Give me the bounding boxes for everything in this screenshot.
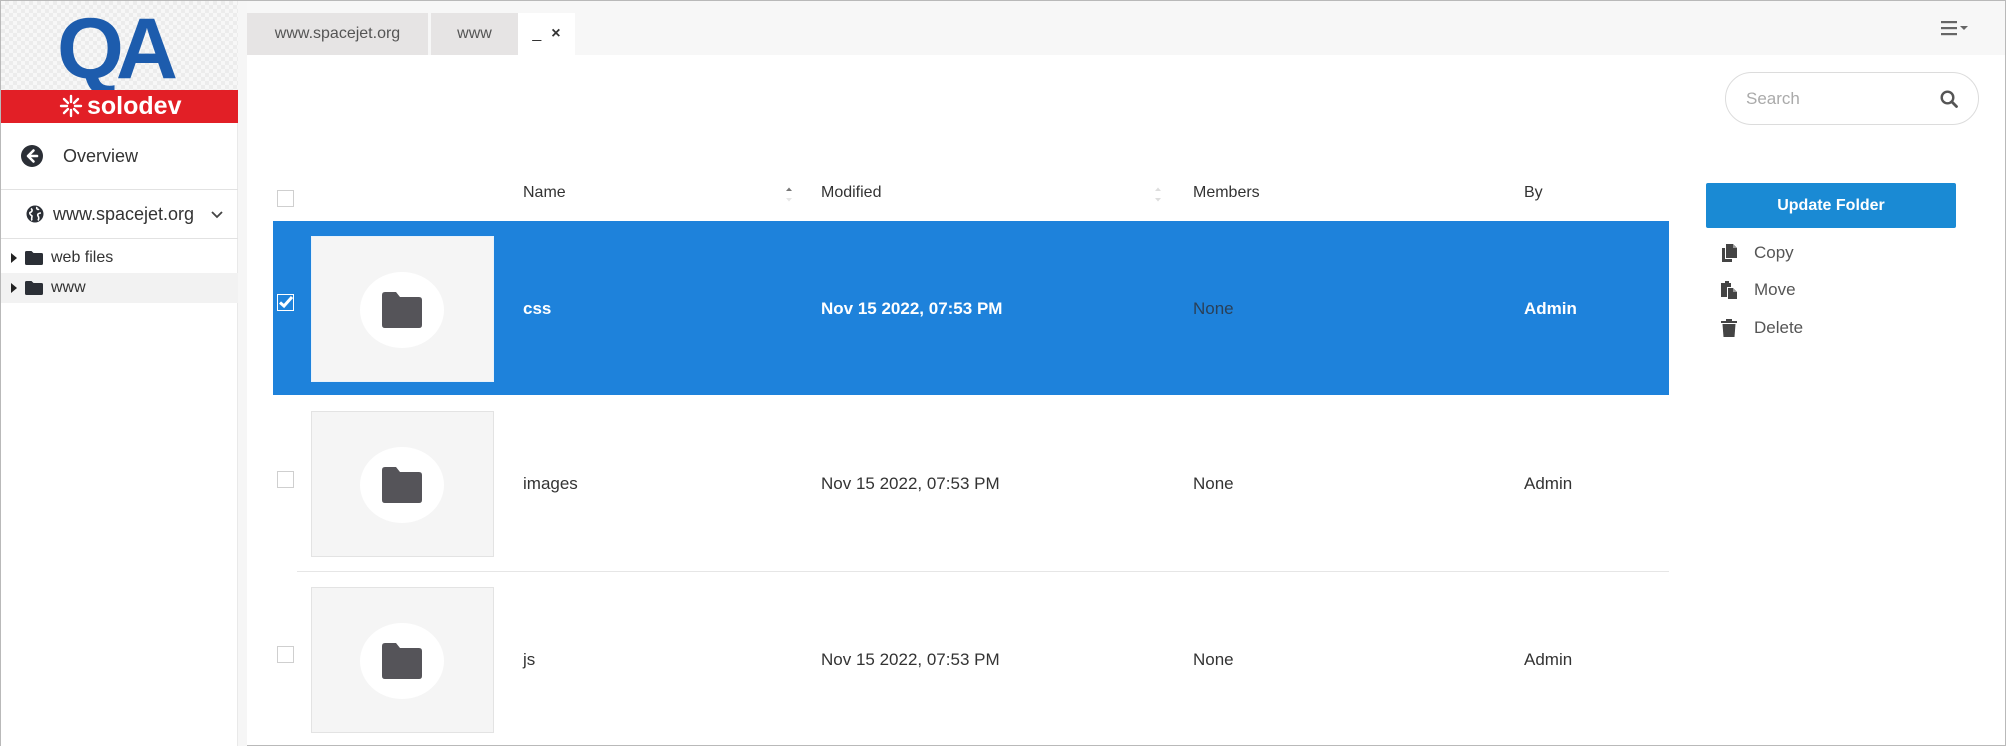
globe-icon	[26, 205, 44, 223]
folder-thumbnail[interactable]	[311, 236, 494, 382]
folder-thumbnail[interactable]	[311, 587, 494, 733]
folder-icon	[25, 251, 43, 265]
thumbnail-circle	[360, 623, 444, 699]
folder-icon	[382, 643, 422, 679]
overview-back-link[interactable]: Overview	[1, 123, 238, 189]
folder-thumbnail[interactable]	[311, 411, 494, 557]
tab-current[interactable]: _ ×	[518, 13, 575, 55]
row-by: Admin	[1524, 299, 1577, 318]
column-header-modified[interactable]: Modified	[821, 184, 881, 202]
row-members: None	[1193, 474, 1234, 493]
row-members: None	[1193, 650, 1234, 669]
minimize-tab-button[interactable]: _	[532, 25, 541, 43]
logo-band: solodev	[1, 90, 238, 123]
table-header: Name Modified Members By	[273, 176, 1669, 221]
copy-icon	[1722, 244, 1737, 262]
copy-label: Copy	[1754, 243, 1794, 262]
row-modified: Nov 15 2022, 07:53 PM	[821, 474, 1000, 493]
folder-icon	[382, 292, 422, 328]
hamburger-dropdown-icon[interactable]	[1941, 19, 1971, 37]
logo-qa-text: QA	[57, 1, 178, 97]
search-box	[1725, 72, 1979, 125]
logo[interactable]: QA solodev	[1, 1, 238, 123]
tree-item-web-files[interactable]: web files	[1, 243, 238, 273]
tab-www-spacejet-org[interactable]: www.spacejet.org	[247, 13, 428, 55]
sort-icon[interactable]	[1154, 186, 1162, 204]
row-name[interactable]: css	[523, 299, 551, 319]
row-checkbox[interactable]	[277, 471, 294, 488]
move-label: Move	[1754, 280, 1796, 299]
column-header-name[interactable]: Name	[523, 184, 566, 202]
tab-label: www.spacejet.org	[274, 25, 401, 42]
update-folder-button[interactable]: Update Folder	[1706, 183, 1956, 228]
row-checkbox[interactable]	[277, 646, 294, 663]
logo-solodev-text: solodev	[87, 92, 182, 120]
tree-item-www[interactable]: www	[1, 273, 238, 303]
thumbnail-circle	[360, 447, 444, 523]
column-header-members[interactable]: Members	[1193, 184, 1260, 202]
row-by: Admin	[1524, 474, 1573, 493]
table-row[interactable]: css Nov 15 2022, 07:53 PM None Admin	[273, 221, 1669, 395]
row-modified: Nov 15 2022, 07:53 PM	[821, 299, 1003, 318]
folder-icon	[382, 467, 422, 503]
thumbnail-circle	[360, 272, 444, 348]
delete-label: Delete	[1754, 318, 1804, 337]
chevron-down-icon	[211, 211, 223, 219]
row-by: Admin	[1524, 650, 1573, 669]
copy-action[interactable]: Copy	[1721, 239, 1794, 267]
row-modified: Nov 15 2022, 07:53 PM	[821, 650, 1000, 669]
overview-label: Overview	[63, 145, 139, 166]
table-row[interactable]: images Nov 15 2022, 07:53 PM None Admin	[273, 396, 1669, 572]
site-selector-value: www.spacejet.org	[53, 203, 195, 224]
move-icon	[1721, 281, 1737, 299]
sidebar: QA solodev Overview www.spacejet.org web…	[1, 1, 238, 746]
row-name[interactable]: js	[523, 650, 535, 670]
caret-right-icon[interactable]	[10, 283, 18, 293]
column-header-by[interactable]: By	[1524, 184, 1543, 202]
select-all-checkbox[interactable]	[277, 190, 294, 207]
solodev-star-icon	[59, 94, 83, 118]
tab-www[interactable]: www	[431, 13, 518, 55]
search-input[interactable]	[1746, 85, 1926, 113]
sort-icon[interactable]	[785, 186, 793, 204]
close-tab-button[interactable]: ×	[551, 25, 560, 43]
table-row[interactable]: js Nov 15 2022, 07:53 PM None Admin	[273, 572, 1669, 746]
caret-right-icon[interactable]	[10, 253, 18, 263]
delete-action[interactable]: Delete	[1721, 314, 1803, 342]
tree-item-label: www	[51, 279, 86, 296]
arrow-circle-left-icon	[21, 145, 43, 167]
row-checkbox-checked[interactable]	[277, 294, 294, 311]
row-name[interactable]: images	[523, 474, 578, 494]
sidebar-divider	[238, 1, 247, 746]
folder-tree: web files www	[1, 243, 238, 303]
folder-icon	[25, 281, 43, 295]
row-members: None	[1193, 299, 1234, 318]
tab-bar: www.spacejet.org www _ ×	[247, 1, 2005, 55]
site-selector[interactable]: www.spacejet.org	[1, 189, 238, 239]
search-icon[interactable]	[1940, 90, 1958, 108]
trash-icon	[1721, 319, 1737, 337]
tree-item-label: web files	[51, 249, 114, 266]
tab-label: www	[457, 25, 492, 42]
move-action[interactable]: Move	[1721, 276, 1796, 304]
